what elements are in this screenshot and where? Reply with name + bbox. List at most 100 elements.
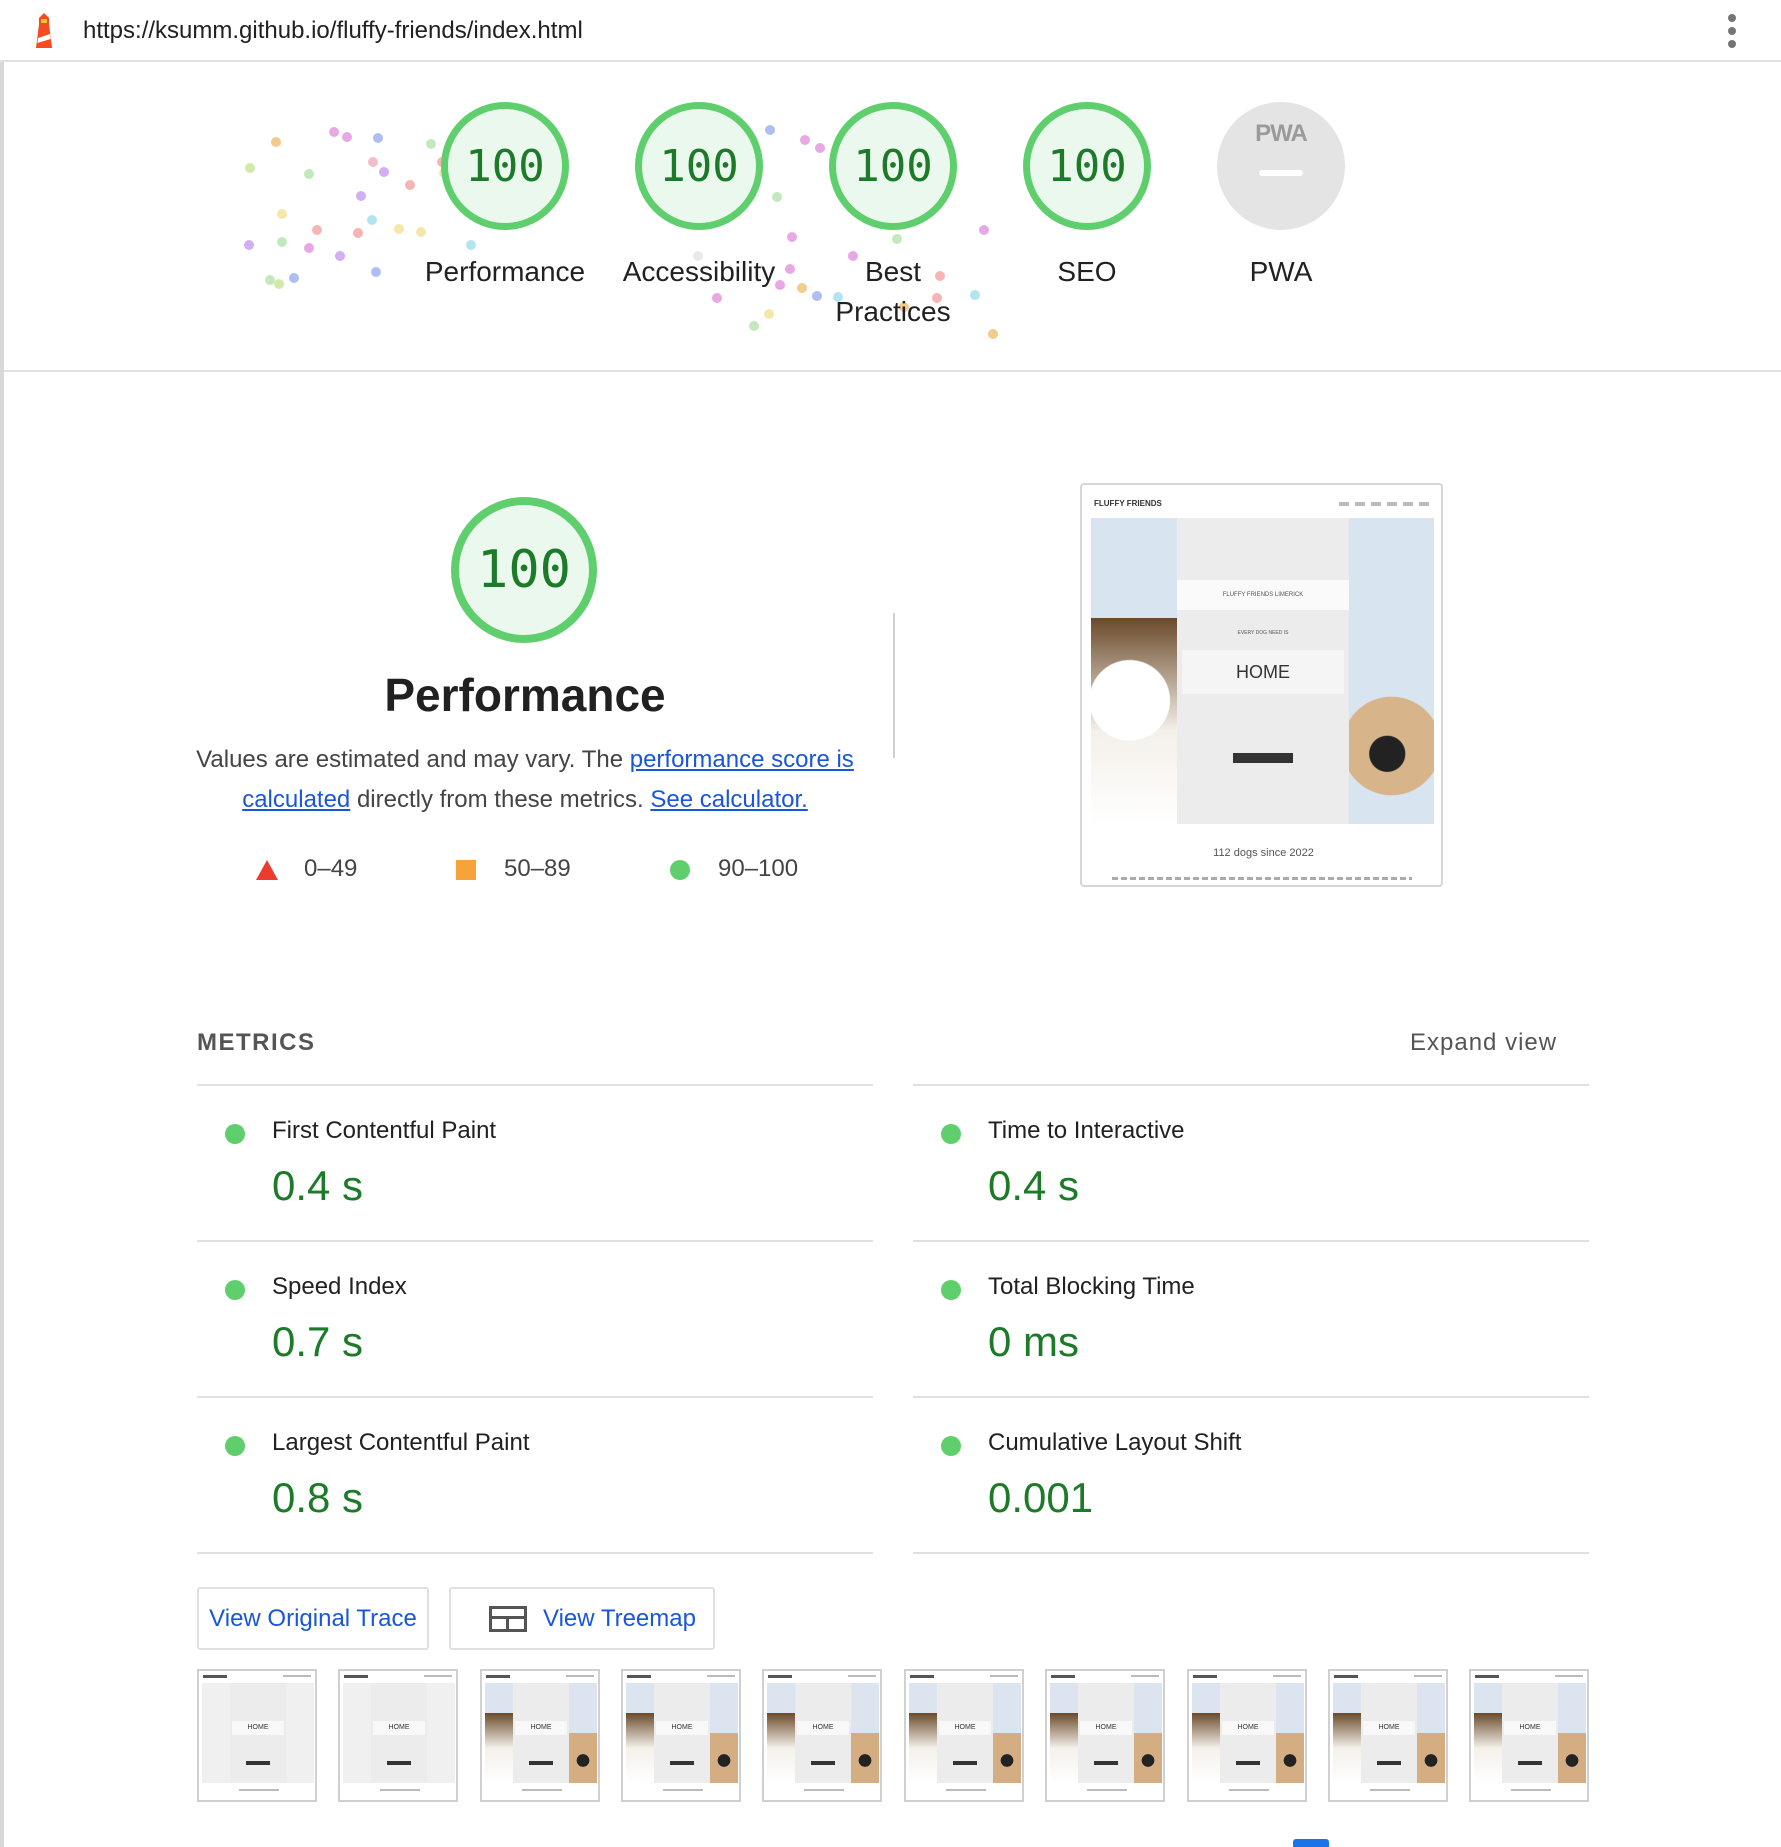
metrics-divider [913, 1552, 1589, 1554]
filmstrip-frame: HOME [338, 1669, 458, 1802]
pass-circle-icon [225, 1124, 245, 1144]
gauge-seo-label: SEO [1057, 256, 1117, 287]
frame-home-text: HOME [1363, 1721, 1415, 1735]
metric-total-blocking-time: Total Blocking Time 0 ms [913, 1240, 1589, 1396]
screenshot-dog-left [1091, 618, 1177, 824]
screenshot-caption: 112 dogs since 2022 [1213, 847, 1314, 859]
pass-circle-icon [225, 1280, 245, 1300]
legend-average-range: 50–89 [504, 855, 571, 882]
pass-circle-icon [941, 1124, 961, 1144]
screenshot-button [1233, 753, 1293, 763]
metric-title: Largest Contentful Paint [272, 1429, 530, 1456]
gauge-accessibility[interactable]: 100 Accessibility [609, 102, 789, 292]
metric-time-to-interactive: Time to Interactive 0.4 s [913, 1084, 1589, 1240]
screenshot-box-text: FLUFFY FRIENDS LIMERICK [1177, 580, 1349, 610]
gauge-best-practices-label: Best Practices [835, 256, 951, 327]
gauge-performance-score: 100 [441, 102, 569, 230]
pwa-dash-icon [1259, 170, 1303, 176]
frame-home-text: HOME [1504, 1721, 1556, 1735]
view-trace-label: View Original Trace [209, 1604, 417, 1632]
performance-score-gauge: 100 [451, 497, 597, 643]
see-calculator-link[interactable]: See calculator. [650, 786, 807, 813]
metric-title: Speed Index [272, 1273, 407, 1300]
frame-home-text: HOME [373, 1721, 425, 1735]
pwa-badge-icon: PWA [1255, 120, 1308, 147]
filmstrip-frame: HOME [197, 1669, 317, 1802]
section-divider [893, 613, 895, 758]
metric-title: Cumulative Layout Shift [988, 1429, 1242, 1456]
expand-view-toggle[interactable]: Expand view [1410, 1029, 1557, 1057]
filmstrip-frame: HOME [1187, 1669, 1307, 1802]
screenshot-hero: FLUFFY FRIENDS LIMERICK EVERY DOG NEED I… [1091, 518, 1434, 824]
metric-title: First Contentful Paint [272, 1117, 497, 1144]
gauge-pwa-label: PWA [1249, 256, 1313, 287]
url-text: https://ksumm.github.io/fluffy-friends/i… [83, 17, 583, 44]
metric-cumulative-layout-shift: Cumulative Layout Shift 0.001 [913, 1396, 1589, 1552]
filmstrip-frame: HOME [480, 1669, 600, 1802]
frame-home-text: HOME [656, 1721, 708, 1735]
gauge-accessibility-score: 100 [635, 102, 763, 230]
performance-description: Values are estimated and may vary. The p… [195, 740, 855, 820]
lighthouse-icon [36, 13, 52, 48]
filmstrip-frame: HOME [1045, 1669, 1165, 1802]
filmstrip-frame: HOME [621, 1669, 741, 1802]
gauge-pwa[interactable]: PWA PWA [1191, 102, 1371, 292]
metric-value: 0.001 [988, 1474, 1094, 1521]
frame-home-text: HOME [515, 1721, 567, 1735]
view-treemap-button[interactable]: View Treemap [449, 1587, 715, 1650]
screenshot-home: HOME [1182, 650, 1344, 694]
more-options-icon[interactable] [1723, 12, 1741, 50]
floating-action-tab[interactable] [1293, 1839, 1329, 1847]
filmstrip-frame: HOME [1328, 1669, 1448, 1802]
average-square-icon [456, 860, 476, 880]
view-treemap-label: View Treemap [543, 1604, 696, 1632]
frame-home-text: HOME [232, 1721, 284, 1735]
screenshot-brand: FLUFFY FRIENDS [1094, 499, 1162, 508]
desc-text-2: directly from these metrics. [350, 786, 651, 813]
screenshot-tagline: EVERY DOG NEED IS [1237, 630, 1289, 636]
metric-title: Total Blocking Time [988, 1273, 1195, 1300]
filmstrip-frame: HOME [1469, 1669, 1589, 1802]
filmstrip-frame: HOME [904, 1669, 1024, 1802]
performance-title: Performance [384, 669, 666, 721]
metric-title: Time to Interactive [988, 1117, 1185, 1144]
gauge-seo-score: 100 [1023, 102, 1151, 230]
screenshot-dog-right [1349, 668, 1434, 824]
pwa-badge: PWA [1217, 102, 1345, 230]
screenshot-center-panel: FLUFFY FRIENDS LIMERICK EVERY DOG NEED I… [1177, 518, 1349, 824]
screenshot-caption-line [1112, 877, 1412, 880]
legend-fail-range: 0–49 [304, 855, 358, 882]
final-screenshot[interactable]: FLUFFY FRIENDS FLUFFY FRIENDS LIMERICK E… [1080, 483, 1443, 887]
desc-text-1: Values are estimated and may vary. The [196, 746, 630, 773]
pass-circle-icon [225, 1436, 245, 1456]
gauge-seo[interactable]: 100 SEO [997, 102, 1177, 292]
frame-home-text: HOME [1222, 1721, 1274, 1735]
frame-home-text: HOME [1080, 1721, 1132, 1735]
legend-pass-range: 90–100 [718, 855, 799, 882]
metric-first-contentful-paint: First Contentful Paint 0.4 s [197, 1084, 873, 1240]
metric-largest-contentful-paint: Largest Contentful Paint 0.8 s [197, 1396, 873, 1552]
metric-value: 0.4 s [272, 1162, 364, 1209]
url-bar: https://ksumm.github.io/fluffy-friends/i… [0, 0, 1781, 62]
metric-value: 0.4 s [988, 1162, 1080, 1209]
frame-home-text: HOME [939, 1721, 991, 1735]
gauge-best-practices[interactable]: 100 Best Practices [803, 102, 983, 332]
view-original-trace-button[interactable]: View Original Trace [197, 1587, 429, 1650]
metric-value: 0.8 s [272, 1474, 364, 1521]
pass-circle-icon [941, 1280, 961, 1300]
gauge-best-practices-score: 100 [829, 102, 957, 230]
gauge-performance-label: Performance [424, 256, 586, 287]
metric-value: 0.7 s [272, 1318, 364, 1365]
lighthouse-report: https://ksumm.github.io/fluffy-friends/i… [0, 0, 1781, 1847]
gauge-accessibility-label: Accessibility [622, 256, 776, 287]
pass-circle-icon [941, 1436, 961, 1456]
fail-triangle-icon [256, 860, 278, 880]
scores-header: 100 Performance 100 Accessibility 100 Be… [4, 62, 1781, 372]
metric-value: 0 ms [988, 1318, 1080, 1365]
metric-speed-index: Speed Index 0.7 s [197, 1240, 873, 1396]
metrics-divider [197, 1552, 873, 1554]
screenshot-nav [1339, 502, 1429, 506]
frame-home-text: HOME [797, 1721, 849, 1735]
gauge-performance[interactable]: 100 Performance [415, 102, 595, 292]
filmstrip-frame: HOME [762, 1669, 882, 1802]
